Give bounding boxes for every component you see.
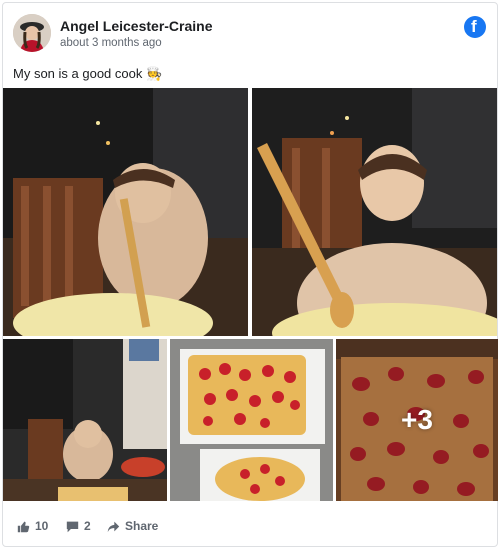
post-message-text: My son is a good cook: [13, 66, 143, 81]
post-photo-4[interactable]: [170, 339, 333, 501]
author-name[interactable]: Angel Leicester-Craine: [60, 18, 213, 34]
like-count: 10: [35, 519, 49, 533]
cook-emoji: 🧑‍🍳: [145, 66, 163, 81]
post-photo-5[interactable]: +3: [336, 339, 498, 501]
share-button[interactable]: Share: [107, 519, 158, 533]
share-icon: [107, 520, 120, 533]
avatar-image: [13, 14, 51, 52]
like-icon: [17, 520, 30, 533]
share-label: Share: [125, 519, 159, 533]
more-photos-overlay[interactable]: +3: [336, 339, 498, 501]
post-photo-3[interactable]: [3, 339, 167, 501]
photo-boy-smiling: [252, 88, 497, 336]
photo-strawberry-cake-tray: [170, 339, 333, 501]
post-message: My son is a good cook 🧑‍🍳: [13, 66, 162, 82]
post-timestamp[interactable]: about 3 months ago: [60, 37, 162, 49]
like-button[interactable]: 10: [17, 519, 48, 533]
post-actions: 10 2 Share: [3, 513, 497, 543]
avatar[interactable]: [13, 14, 51, 52]
photo-boy-stirring: [3, 88, 248, 336]
comment-count: 2: [84, 519, 91, 533]
comment-button[interactable]: 2: [66, 519, 91, 533]
post-card: Angel Leicester-Craine about 3 months ag…: [2, 2, 498, 547]
post-photo-2[interactable]: [252, 88, 497, 336]
photo-kitchen-table: [3, 339, 167, 501]
facebook-icon[interactable]: f: [464, 16, 486, 38]
comment-icon: [66, 520, 79, 533]
post-photo-1[interactable]: [3, 88, 248, 336]
